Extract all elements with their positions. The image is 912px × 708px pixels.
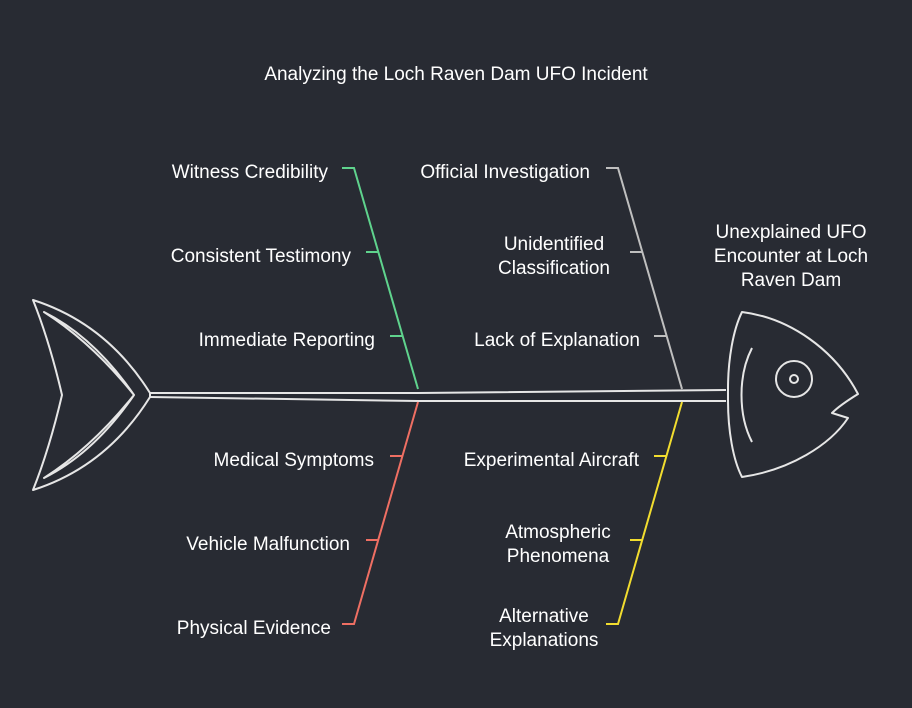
cause-label: Vehicle Malfunction xyxy=(186,534,350,555)
branch-line-bottom-left xyxy=(342,401,419,625)
fish-spine xyxy=(149,389,727,402)
effect-label: Unexplained UFO Encounter at Loch Raven … xyxy=(713,222,869,291)
cause-label: Physical Evidence xyxy=(176,618,331,639)
diagram-title: Analyzing the Loch Raven Dam UFO Inciden… xyxy=(264,64,648,85)
cause-label: Experimental Aircraft xyxy=(463,450,639,471)
cause-label: Lack of Explanation xyxy=(474,330,640,351)
cause-label: Alternative Explanations xyxy=(489,606,599,651)
cause-label: Atmospheric Phenomena xyxy=(505,522,611,567)
cause-label: Medical Symptoms xyxy=(213,450,375,471)
cause-label: Consistent Testimony xyxy=(170,246,351,267)
cause-label: Unidentified Classification xyxy=(498,234,610,279)
branch-line-top-left xyxy=(342,167,419,390)
fish-tail xyxy=(32,299,151,491)
cause-label: Immediate Reporting xyxy=(198,330,375,351)
cause-label: Official Investigation xyxy=(420,162,590,183)
branch-line-bottom-right xyxy=(606,401,683,625)
fish-head xyxy=(727,311,859,478)
fishbone-diagram xyxy=(32,167,859,625)
cause-label: Witness Credibility xyxy=(171,162,328,183)
